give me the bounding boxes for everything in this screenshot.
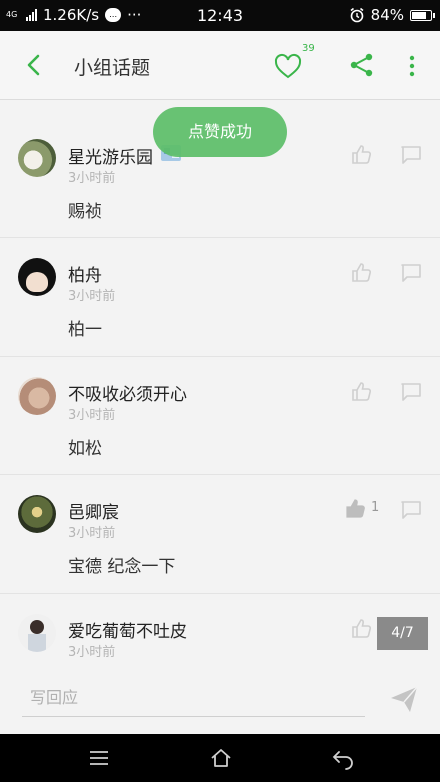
like-count-label: 1: [371, 500, 380, 515]
thumbs-up-filled-icon[interactable]: [344, 497, 366, 519]
user-name[interactable]: 邑卿宸: [68, 498, 119, 523]
user-name[interactable]: 星光游乐园: [68, 143, 153, 168]
like-count: 39: [302, 43, 315, 54]
comment-item: 不吸收必须开心 3小时前 如松: [0, 357, 440, 475]
share-icon[interactable]: [348, 51, 376, 79]
thumbs-up-icon[interactable]: [350, 617, 372, 639]
comment-time: 3小时前: [68, 289, 116, 304]
battery-percent: 84%: [370, 6, 404, 24]
comment-text: 宝德 纪念一下: [68, 557, 176, 577]
heart-icon[interactable]: [272, 51, 304, 81]
status-right: 84%: [349, 6, 435, 24]
more-vertical-icon[interactable]: [402, 53, 422, 79]
avatar[interactable]: [18, 258, 56, 296]
comment-item: 邑卿宸 3小时前 宝德 纪念一下 1: [0, 475, 440, 594]
page-indicator[interactable]: 4/7: [377, 617, 428, 650]
alarm-icon: [350, 7, 364, 23]
comment-item: 柏舟 3小时前 柏一: [0, 238, 440, 357]
avatar[interactable]: [18, 376, 56, 415]
comment-text: 赐祯: [68, 202, 102, 222]
battery-icon: [410, 9, 435, 21]
system-nav-bar: [0, 734, 440, 782]
user-name[interactable]: 柏舟: [68, 261, 102, 286]
home-icon[interactable]: [208, 746, 234, 770]
comment-time: 3小时前: [68, 171, 116, 186]
avatar[interactable]: [18, 495, 56, 533]
reply-bar: [0, 663, 440, 734]
user-name[interactable]: 爱吃葡萄不吐皮: [68, 617, 187, 642]
back-icon[interactable]: [330, 746, 356, 770]
comment-time: 3小时前: [68, 526, 116, 541]
app-bar: 小组话题 39: [0, 31, 440, 100]
back-arrow-icon[interactable]: [20, 49, 50, 81]
comment-text: 柏一: [68, 320, 102, 340]
send-icon[interactable]: [388, 683, 420, 715]
menu-icon[interactable]: [86, 746, 112, 770]
reply-input[interactable]: [22, 679, 365, 717]
thumbs-up-icon[interactable]: [350, 143, 372, 165]
comment-list[interactable]: 星光游乐园 3小时前 赐祯 柏舟 3小时前 柏一 不吸收必须开心 3小时前 如松…: [0, 101, 440, 663]
thumbs-up-icon[interactable]: [350, 261, 372, 283]
comment-icon[interactable]: [400, 263, 422, 283]
comment-icon[interactable]: [400, 145, 422, 165]
avatar[interactable]: [18, 139, 56, 177]
user-name[interactable]: 不吸收必须开心: [68, 380, 187, 405]
toast-message: 点赞成功: [153, 107, 287, 157]
avatar[interactable]: [18, 613, 56, 652]
comment-time: 3小时前: [68, 407, 116, 423]
comment-icon[interactable]: [400, 382, 422, 402]
battery-level: [412, 11, 427, 19]
comment-text: 如松: [68, 438, 102, 459]
thumbs-up-icon[interactable]: [350, 380, 372, 402]
comment-time: 3小时前: [68, 644, 116, 660]
page-title: 小组话题: [74, 57, 151, 79]
comment-icon[interactable]: [400, 500, 422, 520]
comment-item: 爱吃葡萄不吐皮 3小时前: [0, 594, 440, 664]
status-bar: 4G 1.26K/s … ··· 12:43 84%: [0, 0, 440, 31]
